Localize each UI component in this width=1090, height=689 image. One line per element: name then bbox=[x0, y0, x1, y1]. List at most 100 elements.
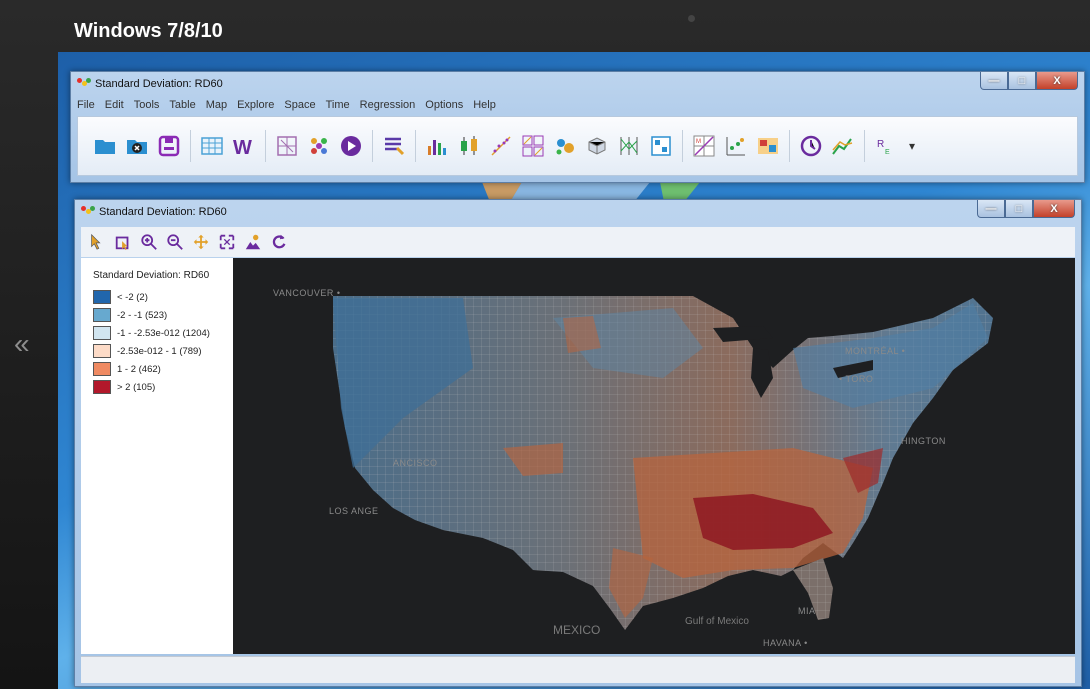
menu-edit[interactable]: Edit bbox=[105, 99, 124, 111]
legend-item[interactable]: > 2 (105) bbox=[93, 380, 155, 394]
map-window-controls: — □ X bbox=[977, 200, 1075, 218]
legend-swatch[interactable] bbox=[93, 344, 111, 358]
scatter-plot-icon[interactable] bbox=[488, 133, 514, 159]
legend-swatch[interactable] bbox=[93, 308, 111, 322]
legend-item[interactable]: -1 - -2.53e-012 (1204) bbox=[93, 326, 210, 340]
close-file-icon[interactable] bbox=[124, 133, 150, 159]
legend-item[interactable]: -2 - -1 (523) bbox=[93, 308, 167, 322]
legend-item[interactable]: -2.53e-012 - 1 (789) bbox=[93, 344, 202, 358]
clock-icon[interactable] bbox=[798, 133, 824, 159]
menu-arrow-icon[interactable] bbox=[381, 133, 407, 159]
cartogram-icon[interactable] bbox=[755, 133, 781, 159]
map-window: Standard Deviation: RD60 — □ X Standard … bbox=[74, 199, 1082, 687]
legend-label: 1 - 2 (462) bbox=[117, 363, 161, 375]
maximize-button[interactable]: □ bbox=[1008, 72, 1036, 90]
legend-item[interactable]: < -2 (2) bbox=[93, 290, 148, 304]
map-toolbar bbox=[81, 227, 1075, 257]
save-icon[interactable] bbox=[156, 133, 182, 159]
legend-swatch[interactable] bbox=[93, 362, 111, 376]
toolbar-overflow-icon[interactable]: ▾ bbox=[905, 133, 919, 159]
legend-item[interactable]: 1 - 2 (462) bbox=[93, 362, 161, 376]
close-button[interactable]: X bbox=[1036, 72, 1078, 90]
legend-label: < -2 (2) bbox=[117, 291, 148, 303]
main-window-title: Standard Deviation: RD60 bbox=[95, 78, 223, 90]
camera-dot bbox=[688, 15, 695, 22]
zoom-in-icon[interactable] bbox=[139, 232, 159, 252]
toolbar-separator bbox=[190, 130, 191, 162]
zoom-out-icon[interactable] bbox=[165, 232, 185, 252]
grid-map-icon[interactable] bbox=[274, 133, 300, 159]
menu-time[interactable]: Time bbox=[326, 99, 350, 111]
open-folder-icon[interactable] bbox=[92, 133, 118, 159]
legend-label: > 2 (105) bbox=[117, 381, 156, 393]
minimize-button[interactable]: — bbox=[980, 72, 1008, 90]
toolbar-separator bbox=[864, 130, 865, 162]
conditional-plot-icon[interactable] bbox=[648, 133, 674, 159]
histogram-icon[interactable] bbox=[424, 133, 450, 159]
geoda-app-icon bbox=[81, 206, 95, 218]
pan-icon[interactable] bbox=[191, 232, 211, 252]
moran-scatter-icon[interactable]: M bbox=[691, 133, 717, 159]
menu-map[interactable]: Map bbox=[206, 99, 227, 111]
legend-label: -1 - -2.53e-012 (1204) bbox=[117, 327, 210, 339]
city-label-miami: MIA bbox=[798, 606, 816, 616]
menu-options[interactable]: Options bbox=[425, 99, 463, 111]
svg-text:E: E bbox=[885, 149, 890, 156]
select-region-icon[interactable] bbox=[113, 232, 133, 252]
play-icon[interactable] bbox=[338, 133, 364, 159]
svg-text:M: M bbox=[696, 139, 701, 145]
water-label-gulf-of-mexico: Gulf of Mexico bbox=[685, 616, 749, 627]
scatter-matrix-icon[interactable] bbox=[520, 133, 546, 159]
maximize-button[interactable]: □ bbox=[1005, 200, 1033, 218]
geoda-app-icon bbox=[77, 78, 91, 90]
legend-swatch[interactable] bbox=[93, 326, 111, 340]
main-window-controls: — □ X bbox=[980, 72, 1078, 90]
3d-plot-icon[interactable] bbox=[584, 133, 610, 159]
legend-swatch[interactable] bbox=[93, 380, 111, 394]
fit-extent-icon[interactable] bbox=[217, 232, 237, 252]
lisa-icon[interactable] bbox=[723, 133, 749, 159]
minimize-button[interactable]: — bbox=[977, 200, 1005, 218]
map-legend: Standard Deviation: RD60 < -2 (2) -2 - -… bbox=[81, 258, 234, 654]
main-window-titlebar[interactable]: Standard Deviation: RD60 bbox=[71, 72, 1084, 96]
city-label-washington: HINGTON bbox=[901, 436, 946, 446]
legend-swatch[interactable] bbox=[93, 290, 111, 304]
city-label-havana: HAVANA • bbox=[763, 638, 808, 648]
basemap-icon[interactable] bbox=[243, 232, 263, 252]
time-trend-icon[interactable] bbox=[830, 133, 856, 159]
svg-text:R: R bbox=[877, 139, 884, 150]
menu-explore[interactable]: Explore bbox=[237, 99, 274, 111]
parallel-coordinate-icon[interactable] bbox=[616, 133, 642, 159]
city-label-montreal: MONTRÉAL • bbox=[845, 346, 906, 356]
toolbar-separator bbox=[265, 130, 266, 162]
close-button[interactable]: X bbox=[1033, 200, 1075, 218]
regression-icon[interactable]: RE bbox=[873, 133, 899, 159]
svg-text:W: W bbox=[233, 137, 252, 158]
city-label-san-francisco: ANCISCO bbox=[393, 458, 438, 468]
select-arrow-icon[interactable] bbox=[87, 232, 107, 252]
legend-label: -2.53e-012 - 1 (789) bbox=[117, 345, 202, 357]
bubble-chart-icon[interactable] bbox=[552, 133, 578, 159]
map-window-titlebar[interactable]: Standard Deviation: RD60 bbox=[75, 200, 1081, 224]
toolbar-separator bbox=[682, 130, 683, 162]
map-window-title: Standard Deviation: RD60 bbox=[99, 206, 227, 218]
menu-help[interactable]: Help bbox=[473, 99, 496, 111]
back-chevron-icon[interactable]: « bbox=[14, 328, 30, 360]
menu-space[interactable]: Space bbox=[284, 99, 315, 111]
table-icon[interactable] bbox=[199, 133, 225, 159]
cluster-icon[interactable] bbox=[306, 133, 332, 159]
us-counties-map[interactable] bbox=[233, 258, 1075, 654]
menu-file[interactable]: File bbox=[77, 99, 95, 111]
legend-title: Standard Deviation: RD60 bbox=[93, 270, 210, 281]
weights-icon[interactable]: W bbox=[231, 133, 257, 159]
menu-table[interactable]: Table bbox=[169, 99, 195, 111]
box-plot-icon[interactable] bbox=[456, 133, 482, 159]
refresh-icon[interactable] bbox=[269, 232, 289, 252]
map-canvas[interactable]: VANCOUVER • MONTRÉAL • • TORO HINGTON AN… bbox=[233, 258, 1075, 654]
city-label-vancouver: VANCOUVER • bbox=[273, 288, 341, 298]
menu-regression[interactable]: Regression bbox=[360, 99, 416, 111]
lake-superior bbox=[713, 326, 773, 342]
city-label-los-angeles: LOS ANGE bbox=[329, 506, 379, 516]
menu-tools[interactable]: Tools bbox=[134, 99, 160, 111]
toolbar-separator bbox=[415, 130, 416, 162]
